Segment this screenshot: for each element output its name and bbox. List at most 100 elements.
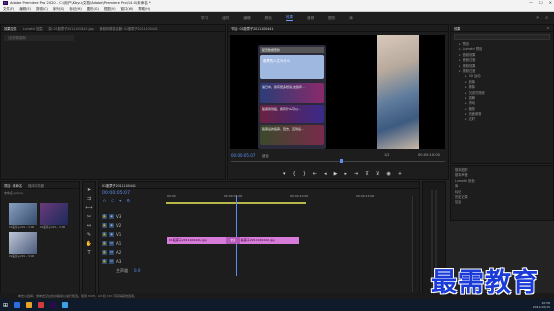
timeline-settings-icon[interactable]: ⚙ (126, 198, 130, 203)
effects-folder[interactable]: 过时 (451, 117, 553, 122)
mark-out-icon[interactable]: } (303, 171, 306, 177)
add-marker-icon[interactable]: ▾ (283, 171, 286, 177)
transition-cross-dissolve[interactable]: 交叉 (226, 237, 240, 244)
project-item[interactable]: 01股票子201... 5:00 (9, 232, 37, 258)
search-icon[interactable]: ⌕ (545, 15, 548, 21)
tab-source[interactable]: 源: 01股票子2011100441.jpg (48, 26, 93, 31)
menu-sequence[interactable]: 序列(S) (53, 6, 65, 11)
menu-edit[interactable]: 编辑(E) (19, 6, 31, 11)
toggle-output-icon[interactable]: ◉ (109, 214, 114, 219)
panel-info[interactable]: 信息 (451, 200, 553, 205)
go-to-out-icon[interactable]: ⇥ (354, 171, 358, 177)
workspace-effects[interactable]: 效果 (285, 15, 293, 21)
timeline-clip[interactable]: 01股票子2011100441.jpg (167, 237, 233, 244)
timeline-ruler[interactable]: 00:00 00:00:05:00 00:00:10:00 00:00:15:0… (166, 190, 418, 206)
program-playhead[interactable] (340, 159, 343, 163)
step-back-icon[interactable]: ◂ (324, 171, 327, 177)
tab-timeline-sequence[interactable]: 01股票子2011100441 (102, 183, 136, 188)
hand-tool-icon[interactable]: ✋ (86, 241, 92, 247)
panel-menu-icon[interactable]: ≡ (546, 26, 549, 30)
timeline-clip[interactable]: 01股票子2011100442.jpg (235, 237, 299, 244)
tab-effects[interactable]: 效果 (454, 26, 460, 31)
close-button[interactable]: ✕ (549, 0, 552, 5)
taskbar-app-icon[interactable] (38, 302, 45, 308)
lock-icon[interactable]: 🔒 (102, 241, 107, 246)
workspace-audio[interactable]: 音频 (307, 16, 314, 21)
workspace-graphics[interactable]: 图形 (328, 16, 335, 21)
mute-icon[interactable]: M (109, 259, 114, 264)
program-scrubber[interactable] (231, 161, 445, 162)
system-clock[interactable]: 16:58 2021/10/15 (533, 301, 550, 309)
track-select-tool-icon[interactable]: ⇉ (87, 196, 91, 202)
track-header-a1: 🔒 M A1 (100, 239, 166, 248)
tab-project[interactable]: 项目: 未命名 (4, 183, 22, 188)
ripple-edit-tool-icon[interactable]: ⟷ (85, 205, 92, 211)
export-frame-icon[interactable]: ◉ (387, 171, 391, 177)
taskbar-app-icon[interactable] (26, 302, 33, 308)
linked-selection-icon[interactable]: ⊂ (111, 198, 114, 203)
maximize-button[interactable]: ☐ (539, 0, 543, 5)
master-volume-value[interactable]: 0.0 (134, 268, 140, 273)
mark-in-icon[interactable]: { (293, 171, 296, 177)
workspace-libraries[interactable]: 库 (349, 16, 353, 21)
tab-effect-controls[interactable]: 效果控件 (4, 26, 17, 31)
menu-graphics[interactable]: 图形(G) (87, 6, 99, 11)
taskbar-app-icon[interactable] (62, 302, 69, 308)
menu-markers[interactable]: 标记(M) (69, 6, 81, 11)
timeline-playhead[interactable] (236, 196, 237, 276)
lock-icon[interactable]: 🔒 (102, 223, 107, 228)
slip-tool-icon[interactable]: ↔ (87, 223, 91, 229)
lock-icon[interactable]: 🔒 (102, 214, 107, 219)
tab-lumetri-scopes[interactable]: Lumetri 范围 (23, 26, 43, 31)
menu-window[interactable]: 窗口(W) (121, 6, 134, 11)
snap-icon[interactable]: ∩ (103, 198, 106, 203)
toggle-output-icon[interactable]: ◉ (109, 223, 114, 228)
lock-icon[interactable]: 🔒 (102, 232, 107, 237)
workspace-editing[interactable]: 编辑 (243, 16, 250, 21)
start-icon[interactable]: ⊞ (3, 302, 8, 309)
selection-tool-icon[interactable]: ➤ (87, 187, 91, 193)
button-editor-icon[interactable]: + (398, 171, 402, 177)
workspace-color[interactable]: 颜色 (265, 16, 272, 21)
windows-taskbar: ⊞ 16:58 2021/10/15 (0, 299, 554, 311)
resolution-select[interactable]: 1/2 (384, 153, 389, 157)
mute-icon[interactable]: M (109, 250, 114, 255)
effects-search-input[interactable] (454, 34, 550, 40)
program-duration: 00:00:10:00 (418, 153, 440, 157)
workspace-assembly[interactable]: 组件 (222, 16, 229, 21)
go-to-in-icon[interactable]: ⇤ (313, 171, 317, 177)
pen-tool-icon[interactable]: ✎ (87, 232, 91, 238)
fit-zoom-select[interactable]: 适合 (262, 153, 269, 158)
lift-icon[interactable]: ⊼ (365, 171, 369, 177)
menu-file[interactable]: 文件(F) (3, 6, 14, 11)
tab-program[interactable]: 节目: 01股票子2011100441 (231, 26, 273, 31)
ruler-label: 00:00:15:00 (356, 194, 375, 198)
phone-header: 配置数据更新 (260, 47, 324, 53)
workspace-overflow-icon[interactable]: » (536, 15, 539, 21)
toggle-output-icon[interactable]: ◉ (109, 232, 114, 237)
extract-icon[interactable]: ⊻ (376, 171, 380, 177)
project-item[interactable]: 01股票子201... 5:00 (40, 203, 68, 229)
tab-audio-clip-mixer[interactable]: 音频剪辑混合器: 01股票子2011100441 (100, 26, 158, 31)
minimize-button[interactable]: — (529, 0, 533, 5)
menu-view[interactable]: 视图(V) (104, 6, 116, 11)
play-icon[interactable]: ▶ (334, 171, 338, 177)
timeline-vertical-scrollbar[interactable] (412, 196, 416, 292)
program-current-timecode[interactable]: 00:00:05:07 (231, 153, 255, 158)
razor-tool-icon[interactable]: ✂ (87, 214, 91, 220)
mute-icon[interactable]: M (109, 241, 114, 246)
effects-panel: 效果 ≡ 预设 Lumetri 预设 音频效果 音频过渡 视频效果 视频过渡 3… (450, 24, 554, 164)
tab-media-browser[interactable]: 媒体浏览器 (28, 183, 44, 188)
taskbar-app-icon[interactable] (14, 302, 21, 308)
project-item[interactable]: 01股票子201... 5:00 (9, 203, 37, 229)
lock-icon[interactable]: 🔒 (102, 259, 107, 264)
add-marker-icon[interactable]: ▾ (119, 198, 121, 203)
workspace-learning[interactable]: 学习 (201, 16, 208, 21)
menu-help[interactable]: 帮助(H) (138, 6, 150, 11)
menu-clip[interactable]: 剪辑(C) (36, 6, 48, 11)
step-forward-icon[interactable]: ▸ (344, 171, 347, 177)
type-tool-icon[interactable]: T (87, 250, 90, 256)
lock-icon[interactable]: 🔒 (102, 250, 107, 255)
taskbar-app-icon[interactable] (50, 302, 57, 308)
ruler-label: 00:00:10:00 (290, 194, 309, 198)
